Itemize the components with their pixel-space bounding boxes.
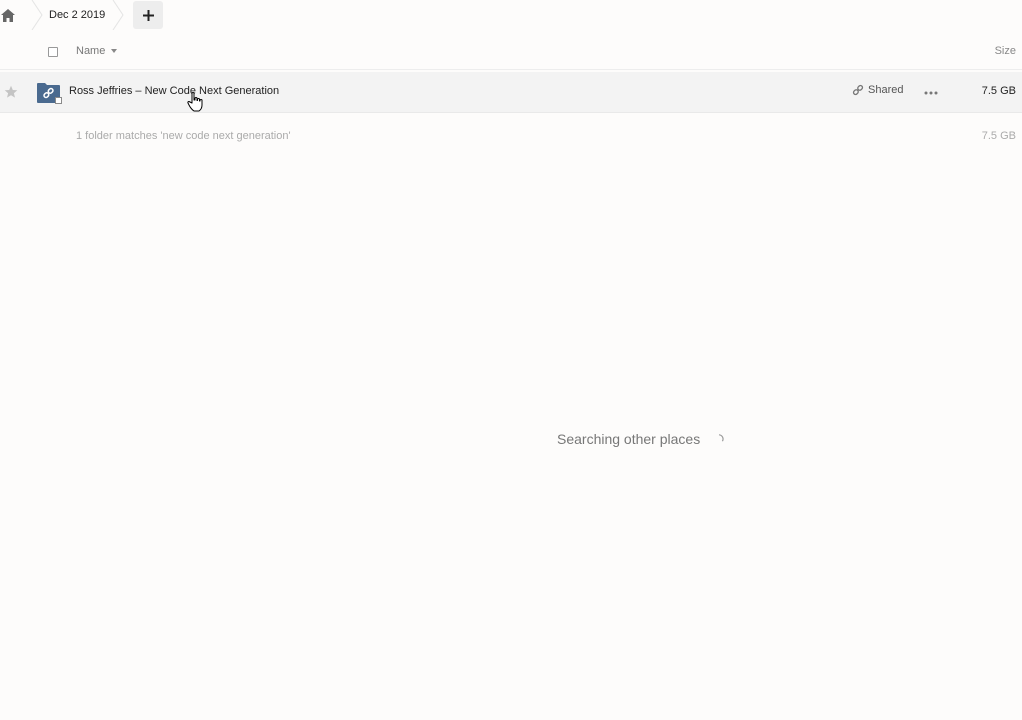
file-size: 7.5 GB: [981, 85, 1016, 97]
search-summary: 1 folder matches 'new code next generati…: [0, 128, 1022, 148]
sort-caret-icon: [111, 49, 118, 53]
file-list-header: Name Size: [0, 34, 1022, 70]
more-actions-button[interactable]: [921, 85, 941, 101]
file-name[interactable]: Ross Jeffries – New Code Next Generation: [69, 85, 279, 97]
share-button[interactable]: Shared: [852, 84, 903, 96]
shared-folder-link-icon[interactable]: [36, 82, 62, 106]
plus-icon: [142, 9, 154, 21]
loading-spinner-icon: [719, 434, 724, 442]
link-icon: [852, 84, 864, 96]
searching-status: Searching other places: [557, 431, 724, 447]
breadcrumb-separator: [111, 0, 125, 30]
searching-text: Searching other places: [557, 431, 701, 447]
file-row[interactable]: Ross Jeffries – New Code Next Generation…: [0, 72, 1022, 113]
summary-text: 1 folder matches 'new code next generati…: [76, 130, 291, 142]
breadcrumb-separator: [30, 0, 44, 30]
select-all-checkbox[interactable]: [48, 47, 58, 57]
star-icon[interactable]: [4, 85, 18, 99]
new-button[interactable]: [133, 1, 163, 29]
name-column-label: Name: [76, 45, 106, 57]
ellipsis-icon: [924, 91, 938, 95]
share-label: Shared: [868, 84, 904, 96]
breadcrumb-current-folder[interactable]: Dec 2 2019: [44, 0, 111, 30]
size-column-label[interactable]: Size: [995, 45, 1016, 57]
summary-size: 7.5 GB: [981, 130, 1016, 142]
breadcrumb-home[interactable]: [0, 0, 30, 30]
sort-by-name-button[interactable]: Name: [76, 45, 118, 57]
home-icon: [1, 8, 15, 22]
